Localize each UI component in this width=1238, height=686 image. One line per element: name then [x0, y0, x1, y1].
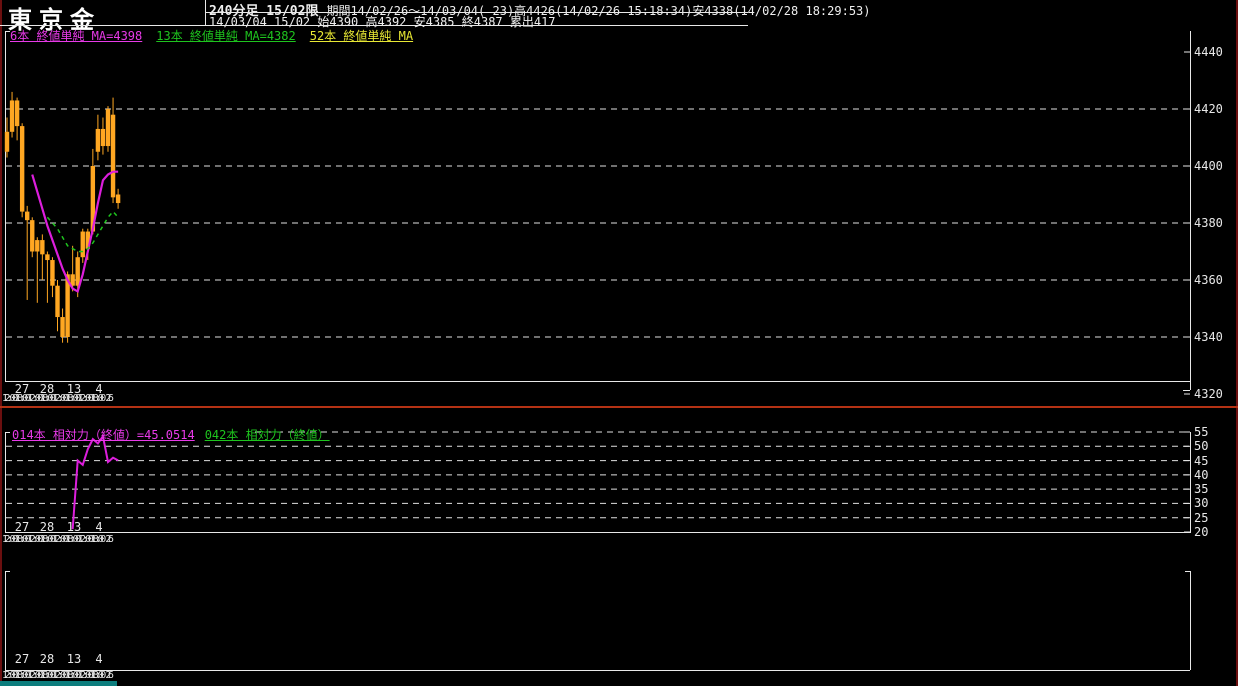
date-axis-label: 13 — [66, 652, 82, 666]
rsi14-legend[interactable]: 014本 相対力（終値）=45.0514 — [12, 428, 195, 442]
date-axis-label: 4 — [95, 652, 103, 666]
rsi-axis-label: 30 — [1194, 496, 1209, 511]
rsi-axis-label: 40 — [1194, 467, 1209, 482]
charting-app-window: 東京金 240分足 15/02限 期間14/02/26～14/03/04( 23)… — [0, 0, 1238, 686]
date-axis-label: 28 — [39, 652, 55, 666]
ma-legend-row: 6本 終値単純 MA=4398 13本 終値単純 MA=4382 52本 終値単純 … — [10, 27, 427, 44]
price-axis-label: 4340 — [1194, 330, 1223, 344]
price-axis-label: 4400 — [1194, 159, 1223, 173]
date-axis-label: 13 — [66, 520, 82, 534]
header-divider-vertical — [205, 0, 206, 26]
header-divider-row1 — [206, 12, 748, 13]
time-axis-row-third: 12:0018:0012:0018:0012:0018:0012:0018:00… — [2, 670, 114, 681]
ma6-legend[interactable]: 6本 終値単純 MA=4398 — [10, 29, 142, 43]
ma52-legend[interactable]: 52本 終値単純 MA — [310, 29, 413, 43]
rsi-axis-label: 55 — [1194, 425, 1209, 439]
price-axis-label: 4320 — [1194, 387, 1223, 401]
price-axis-label: 4380 — [1194, 216, 1223, 230]
rsi-axis-label: 35 — [1194, 482, 1209, 497]
date-axis-label: 27 — [14, 520, 30, 534]
rsi-axis-label: 50 — [1194, 439, 1209, 454]
ma13-legend[interactable]: 13本 終値単純 MA=4382 — [156, 29, 295, 43]
date-axis-label: 27 — [14, 652, 30, 666]
left-frame-edge — [0, 0, 2, 686]
rsi42-legend[interactable]: 042本 相対力（終値） — [205, 428, 330, 442]
panel-separator-line — [0, 406, 1238, 408]
rsi-legend-row: 014本 相対力（終値）=45.0514 042本 相対力（終値） — [12, 426, 340, 443]
header-divider-row2 — [0, 25, 748, 26]
time-axis-row-main: 12:0018:0012:0018:0012:0018:0012:0018:00… — [2, 393, 114, 404]
date-axis-label: 28 — [39, 520, 55, 534]
price-axis-label: 4420 — [1194, 102, 1223, 116]
taskbar-fragment — [0, 681, 117, 686]
date-axis-label: 4 — [95, 520, 103, 534]
rsi-axis-label: 25 — [1194, 510, 1209, 525]
time-axis-row-rsi: 12:0018:0012:0018:0012:0018:0012:0018:00… — [2, 534, 114, 545]
rsi-axis-label: 20 — [1194, 525, 1209, 539]
price-axis-label: 4440 — [1194, 45, 1223, 59]
chart-canvas[interactable] — [0, 0, 1238, 686]
rsi-axis-label: 45 — [1194, 453, 1209, 468]
price-axis-label: 4360 — [1194, 273, 1223, 287]
